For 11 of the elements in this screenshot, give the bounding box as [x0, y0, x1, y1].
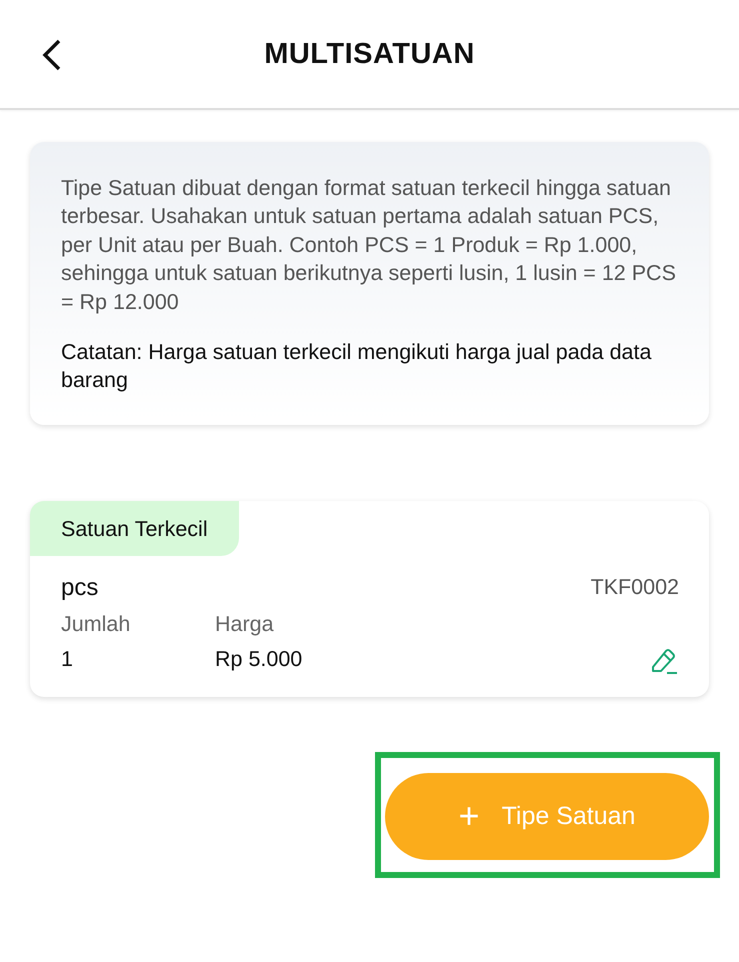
- unit-name: pcs: [61, 574, 98, 602]
- info-note: Catatan: Harga satuan terkecil mengikuti harga jual pada data barang: [61, 339, 652, 394]
- unit-code: TKF0002: [590, 575, 679, 600]
- add-unit-type-button[interactable]: + Tipe Satuan: [385, 772, 709, 860]
- info-description: Tipe Satuan dibuat dengan format satuan terkecil hingga satuan terbesar. Usahakan untuk satuan pertama adalah satuan PCS, per Unit atau per Buah. Contoh PCS = 1 Produk = Rp 1.000, sehingga untuk satuan berikutnya seperti lusin, 1 lusin = 12 PCS = Rp 12.000: [61, 175, 677, 316]
- unit-badge: Satuan Terkecil: [30, 500, 239, 556]
- page-title: MULTISATUAN: [264, 38, 475, 70]
- price-value: Rp 5.000: [215, 647, 304, 672]
- quantity-value: 1: [61, 647, 74, 672]
- price-label: Harga: [215, 612, 275, 637]
- quantity-label: Jumlah: [61, 612, 132, 637]
